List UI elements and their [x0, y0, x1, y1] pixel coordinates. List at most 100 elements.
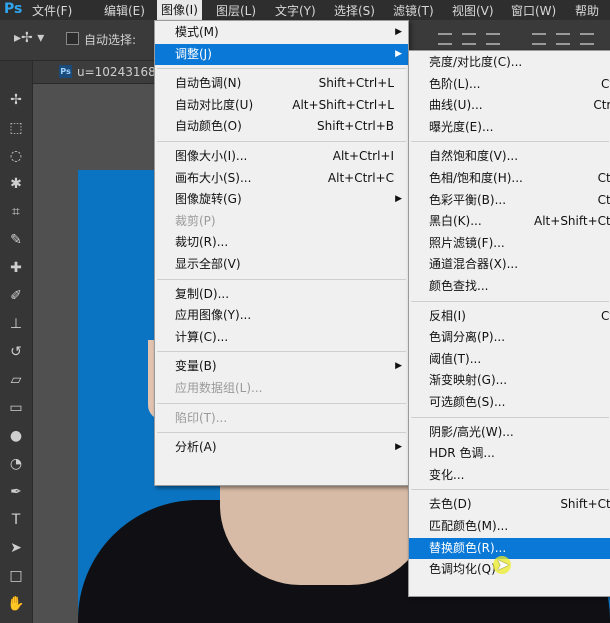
menu-item[interactable]: 分析(A) ▶: [155, 437, 408, 458]
menu-item-label: 显示全部(V): [175, 257, 241, 271]
gradient-icon[interactable]: ▭: [0, 397, 32, 419]
menu-item[interactable]: 图像大小(I)... Alt+Ctrl+I: [155, 146, 408, 167]
eraser-icon[interactable]: ▱: [0, 369, 32, 391]
submenu-arrow-icon: ▶: [395, 442, 402, 453]
brush-icon[interactable]: ✐: [0, 285, 32, 307]
align-top-icon[interactable]: [438, 33, 452, 45]
menu-item-label: 替换颜色(R)...: [429, 540, 507, 555]
menu-item-label: 曝光度(E)...: [429, 119, 494, 134]
menu-item-shortcut: Shift+Ctrl+B: [317, 119, 394, 134]
menubar-item[interactable]: 编辑(E): [104, 2, 145, 19]
menu-item[interactable]: 调整(J) ▶: [155, 43, 408, 65]
menu-item[interactable]: 黑白(K)... Alt+Shift+Ctrl: [409, 211, 610, 232]
menubar-item[interactable]: 文件(F): [32, 2, 72, 19]
align-middle-icon[interactable]: [462, 33, 476, 45]
menu-item[interactable]: 裁切(R)...: [155, 232, 408, 253]
crop-icon[interactable]: ⌗: [0, 201, 32, 223]
menu-separator: [157, 278, 406, 280]
menu-item-label: 应用图像(Y)...: [175, 308, 252, 323]
pen-icon[interactable]: ✒: [0, 481, 32, 503]
menu-item-label: 自动对比度(U): [175, 97, 254, 112]
distribute-middle-icon[interactable]: [556, 33, 570, 45]
menu-item[interactable]: 画布大小(S)... Alt+Ctrl+C: [155, 168, 408, 189]
menu-item-shortcut: Shift+Ctrl: [560, 497, 610, 512]
menubar-item[interactable]: 滤镜(T): [393, 2, 434, 19]
menu-item[interactable]: 变化...: [409, 465, 610, 486]
menu-item[interactable]: 计算(C)...: [155, 327, 408, 348]
image-menu: 模式(M) ▶ 调整(J) ▶ 自动色调(N) Shift+Ctrl+L 自动对比度(U) A…: [154, 20, 409, 486]
menu-item[interactable]: 色调分离(P)...: [409, 327, 610, 348]
menu-item[interactable]: 曝光度(E)...: [409, 117, 610, 138]
menu-separator: [157, 68, 406, 70]
menu-item[interactable]: 反相(I) Ctr: [409, 306, 610, 327]
mouse-pointer-icon: ➤: [496, 555, 510, 574]
menu-item[interactable]: HDR 色调...: [409, 443, 610, 464]
menu-item[interactable]: 应用图像(Y)...: [155, 305, 408, 326]
auto-select-checkbox[interactable]: [66, 32, 79, 45]
align-bottom-icon[interactable]: [486, 33, 500, 45]
menu-item[interactable]: 显示全部(V): [155, 254, 408, 275]
menu-item: 陷印(T)...: [155, 408, 408, 429]
path-selection-icon[interactable]: ➤: [0, 537, 32, 559]
menu-item[interactable]: 色阶(L)... Ctr: [409, 74, 610, 95]
distribute-top-icon[interactable]: [532, 33, 546, 45]
menu-item-label: 裁剪(P): [175, 213, 216, 228]
menu-item[interactable]: 色彩平衡(B)... Ctrl: [409, 190, 610, 211]
menu-item[interactable]: 照片滤镜(F)...: [409, 233, 610, 254]
menu-item[interactable]: 自动色调(N) Shift+Ctrl+L: [155, 73, 408, 94]
menu-item-label: 模式(M): [175, 25, 219, 39]
hand-icon[interactable]: ✋: [0, 593, 32, 615]
menu-item[interactable]: 阈值(T)...: [409, 349, 610, 370]
dodge-icon[interactable]: ◔: [0, 453, 32, 475]
menu-item[interactable]: 亮度/对比度(C)...: [409, 52, 610, 73]
rectangle-shape-icon[interactable]: □: [0, 565, 32, 587]
menubar-item[interactable]: 窗口(W): [511, 2, 556, 19]
menu-item-label: 匹配颜色(M)...: [429, 519, 509, 533]
menu-item[interactable]: 通道混合器(X)...: [409, 254, 610, 275]
healing-brush-icon[interactable]: ✚: [0, 257, 32, 279]
submenu-arrow-icon: ▶: [395, 27, 402, 37]
menu-item[interactable]: 曲线(U)... Ctrl-: [409, 95, 610, 116]
menu-separator: [157, 432, 406, 434]
menu-item[interactable]: 替换颜色(R)...: [409, 537, 610, 559]
menu-item-shortcut: Ctr: [600, 76, 610, 91]
distribute-bottom-icon[interactable]: [580, 33, 594, 45]
type-icon[interactable]: T: [0, 509, 32, 531]
menu-item[interactable]: 匹配颜色(M)...: [409, 516, 610, 537]
move-icon[interactable]: ✢: [0, 89, 32, 111]
menu-item-shortcut: Alt+Shift+Ctrl+L: [292, 97, 394, 112]
menu-item[interactable]: 复制(D)...: [155, 284, 408, 305]
menu-item[interactable]: 渐变映射(G)...: [409, 370, 610, 391]
menu-item[interactable]: 阴影/高光(W)...: [409, 422, 610, 443]
stamp-icon[interactable]: ⊥: [0, 313, 32, 335]
menu-item[interactable]: 变量(B) ▶: [155, 356, 408, 377]
menubar-item[interactable]: 帮助: [575, 2, 599, 19]
menubar-item[interactable]: 视图(V): [452, 2, 494, 19]
history-brush-icon[interactable]: ↺: [0, 341, 32, 363]
menu-item[interactable]: 色相/饱和度(H)... Ctrl: [409, 168, 610, 189]
lasso-icon[interactable]: ◌: [0, 145, 32, 167]
menu-separator: [411, 489, 609, 491]
menubar-item[interactable]: 选择(S): [334, 2, 375, 19]
move-tool-icon[interactable]: ▸✢ ▾: [14, 30, 44, 46]
menu-item[interactable]: 颜色查找...: [409, 276, 610, 297]
eyedropper-icon[interactable]: ✎: [0, 229, 32, 251]
marquee-icon[interactable]: ⬚: [0, 117, 32, 139]
menu-item[interactable]: 自动对比度(U) Alt+Shift+Ctrl+L: [155, 95, 408, 116]
menu-item-label: 黑白(K)...: [429, 214, 482, 229]
menu-item-label: 图像大小(I)...: [175, 149, 248, 163]
menu-item[interactable]: 模式(M) ▶: [155, 22, 408, 43]
menu-item[interactable]: 图像旋转(G) ▶: [155, 189, 408, 210]
menu-item: 裁剪(P): [155, 211, 408, 232]
menu-item[interactable]: 自动颜色(O) Shift+Ctrl+B: [155, 116, 408, 137]
menu-item[interactable]: 可选颜色(S)...: [409, 392, 610, 413]
menubar-item[interactable]: 文字(Y): [275, 2, 316, 19]
menu-separator: [411, 416, 609, 418]
magic-wand-icon[interactable]: ✱: [0, 173, 32, 195]
menu-item[interactable]: 去色(D) Shift+Ctrl: [409, 494, 610, 515]
menubar-item[interactable]: 图像(I): [157, 0, 202, 20]
menubar-item[interactable]: 图层(L): [216, 2, 256, 19]
blur-icon[interactable]: ●: [0, 425, 32, 447]
menu-item[interactable]: 自然饱和度(V)...: [409, 146, 610, 167]
menu-separator: [157, 141, 406, 142]
